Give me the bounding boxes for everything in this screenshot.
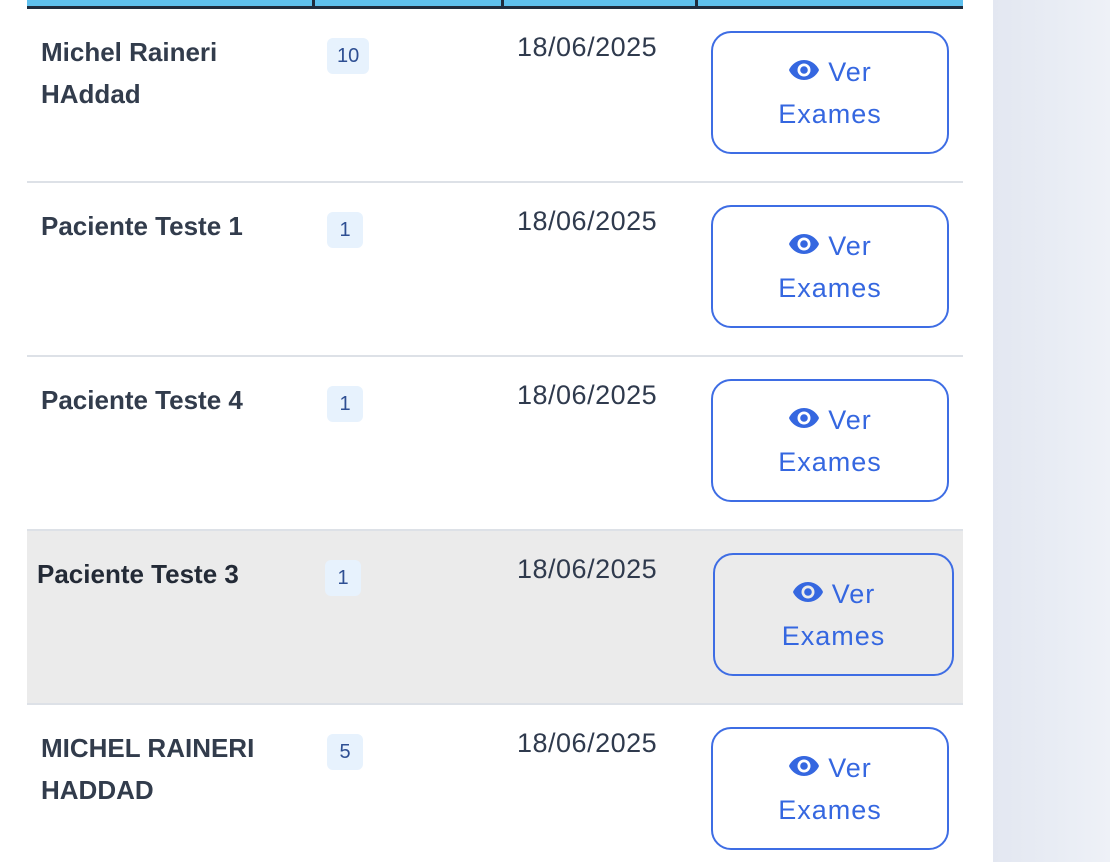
exam-date: 18/06/2025 <box>517 554 658 584</box>
eye-icon <box>788 225 820 267</box>
exam-count-badge: 1 <box>327 386 363 422</box>
table-row: MICHEL RAINERI HADDAD 5 18/06/2025 Ver E… <box>27 705 963 862</box>
eye-icon <box>788 399 820 441</box>
view-exams-button[interactable]: Ver Exames <box>711 205 949 328</box>
exam-date: 18/06/2025 <box>517 728 658 758</box>
view-exams-label: Exames <box>778 794 882 825</box>
exam-count-badge: 5 <box>327 734 363 770</box>
table-row: Paciente Teste 4 1 18/06/2025 Ver Exames <box>27 357 963 531</box>
view-exams-label: Ver <box>831 578 876 609</box>
exam-date: 18/06/2025 <box>517 380 658 410</box>
exam-date: 18/06/2025 <box>517 206 658 236</box>
view-exams-label: Exames <box>781 620 886 651</box>
patient-name: Paciente Teste 4 <box>41 385 243 415</box>
exam-date: 18/06/2025 <box>517 32 658 62</box>
eye-icon <box>792 573 824 615</box>
patient-name: Paciente Teste 3 <box>37 559 239 589</box>
view-exams-label: Exames <box>778 98 882 129</box>
view-exams-label: Ver <box>828 404 872 435</box>
view-exams-button[interactable]: Ver Exames <box>711 31 949 154</box>
view-exams-label: Ver <box>828 56 872 87</box>
view-exams-button[interactable]: Ver Exames <box>713 553 954 676</box>
table-row: Michel Raineri HAddad 10 18/06/2025 Ver … <box>27 9 963 183</box>
view-exams-label: Exames <box>778 446 882 477</box>
view-exams-button[interactable]: Ver Exames <box>711 727 949 850</box>
table-row: Paciente Teste 1 1 18/06/2025 Ver Exames <box>27 183 963 357</box>
eye-icon <box>788 747 820 789</box>
table-row: Paciente Teste 3 1 18/06/2025 Ver Exames <box>27 531 963 705</box>
eye-icon <box>788 51 820 93</box>
side-panel <box>993 0 1110 862</box>
view-exams-button[interactable]: Ver Exames <box>711 379 949 502</box>
patient-name: Michel Raineri HAddad <box>41 37 218 109</box>
exam-count-badge: 1 <box>327 212 363 248</box>
patient-name: MICHEL RAINERI HADDAD <box>41 733 255 805</box>
view-exams-label: Ver <box>828 752 872 783</box>
view-exams-label: Exames <box>778 272 882 303</box>
patient-name: Paciente Teste 1 <box>41 211 243 241</box>
view-exams-label: Ver <box>828 230 872 261</box>
exam-count-badge: 1 <box>325 560 361 596</box>
table-header-bar <box>27 0 963 9</box>
exam-count-badge: 10 <box>327 38 370 74</box>
patients-table: Michel Raineri HAddad 10 18/06/2025 Ver … <box>27 0 963 862</box>
